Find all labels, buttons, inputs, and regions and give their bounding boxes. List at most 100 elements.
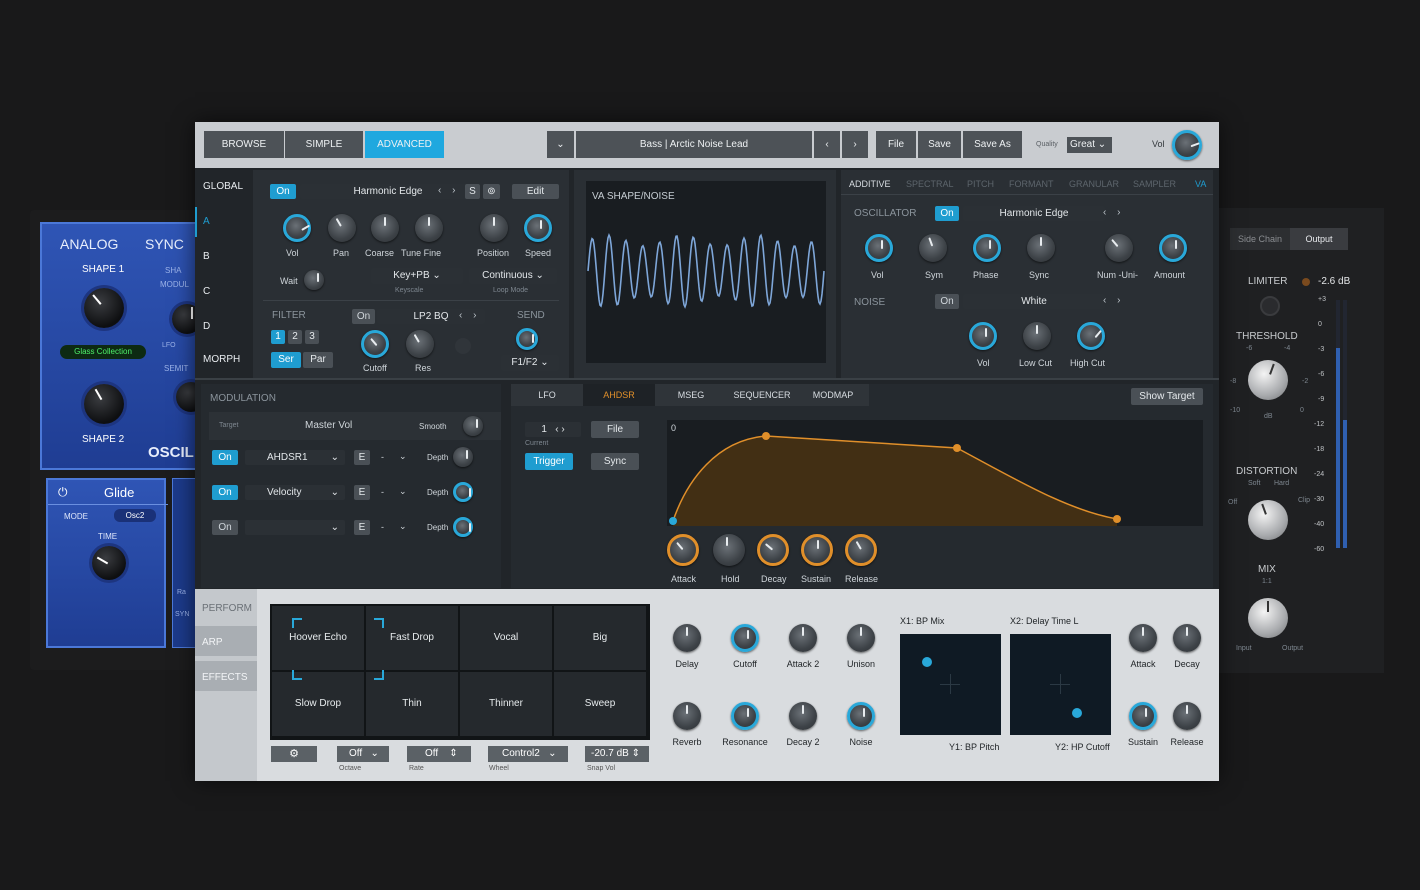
- snapshot-pad[interactable]: Slow Drop: [272, 672, 364, 736]
- wait-knob[interactable]: [304, 270, 324, 290]
- tab-spectral[interactable]: SPECTRAL: [906, 179, 954, 189]
- macro-knob[interactable]: [731, 624, 759, 652]
- snapshot-pad[interactable]: Sweep: [554, 672, 646, 736]
- simple-tab[interactable]: SIMPLE: [285, 131, 363, 158]
- mod-depth-knob[interactable]: [453, 482, 473, 502]
- power-icon[interactable]: ⏻: [58, 485, 68, 500]
- mod-e-button[interactable]: E: [354, 450, 370, 465]
- filter-arrows[interactable]: ‹ ›: [459, 310, 480, 321]
- mod-e-button[interactable]: E: [354, 485, 370, 500]
- browse-tab[interactable]: BROWSE: [204, 131, 284, 158]
- prev-preset-button[interactable]: ‹: [814, 131, 840, 158]
- mod-row-on-button[interactable]: On: [212, 485, 238, 500]
- position-knob[interactable]: [480, 214, 508, 242]
- macro-knob[interactable]: [789, 624, 817, 652]
- xy-pad-1-handle[interactable]: [922, 657, 932, 667]
- trigger-button[interactable]: Trigger: [525, 453, 573, 470]
- macro-knob[interactable]: [673, 702, 701, 730]
- layer-c-tab[interactable]: C: [203, 286, 210, 297]
- sustain-knob[interactable]: [801, 534, 833, 566]
- next-preset-button[interactable]: ›: [842, 131, 868, 158]
- filter-2-button[interactable]: 2: [288, 330, 302, 344]
- va-osc-on-button[interactable]: On: [935, 206, 959, 221]
- advanced-tab[interactable]: ADVANCED: [365, 131, 444, 158]
- high-cut-knob[interactable]: [1077, 322, 1105, 350]
- morph-tab[interactable]: MORPH: [203, 354, 240, 365]
- limiter-button[interactable]: [1260, 296, 1280, 316]
- va-osc-arrows[interactable]: ‹ ›: [1103, 207, 1124, 218]
- edit-button[interactable]: Edit: [512, 184, 559, 199]
- mod-source-select[interactable]: ⌄: [245, 520, 345, 535]
- decay-knob[interactable]: [757, 534, 789, 566]
- sync-knob[interactable]: [1027, 234, 1055, 262]
- macro-knob[interactable]: [673, 624, 701, 652]
- parallel-button[interactable]: Par: [303, 352, 333, 368]
- speed-knob[interactable]: [524, 214, 552, 242]
- target-value[interactable]: Master Vol: [305, 420, 352, 431]
- arp-tab[interactable]: ARP: [202, 637, 223, 648]
- time-knob[interactable]: [92, 546, 126, 580]
- effects-tab[interactable]: EFFECTS: [202, 672, 248, 683]
- release-knob[interactable]: [845, 534, 877, 566]
- preset-name[interactable]: Bass | Arctic Noise Lead: [576, 131, 812, 158]
- snapshot-pad[interactable]: Thinner: [460, 672, 552, 736]
- sym-knob[interactable]: [919, 234, 947, 262]
- save-as-button[interactable]: Save As: [963, 131, 1022, 158]
- tab-formant[interactable]: FORMANT: [1009, 179, 1054, 189]
- pan-knob[interactable]: [328, 214, 356, 242]
- noise-on-button[interactable]: On: [935, 294, 959, 309]
- layer-d-tab[interactable]: D: [203, 321, 210, 332]
- mod-chevron-icon[interactable]: ⌄: [399, 451, 407, 462]
- distortion-knob[interactable]: [1248, 500, 1288, 540]
- smooth-knob[interactable]: [463, 416, 483, 436]
- xy-pad-2-handle[interactable]: [1072, 708, 1082, 718]
- macro-env-knob[interactable]: [1173, 624, 1201, 652]
- shape1-knob[interactable]: [84, 288, 124, 328]
- send-knob[interactable]: [516, 328, 538, 350]
- filter-extra-knob[interactable]: [455, 338, 471, 354]
- global-tab[interactable]: GLOBAL: [203, 181, 243, 192]
- link-icon[interactable]: ⊚: [483, 184, 500, 199]
- xy-pad-1[interactable]: [900, 634, 1001, 735]
- master-vol-knob[interactable]: [1172, 130, 1202, 160]
- attack-knob[interactable]: [667, 534, 699, 566]
- va-osc-name[interactable]: Harmonic Edge: [963, 206, 1105, 221]
- res-knob[interactable]: [406, 330, 434, 358]
- tab-lfo[interactable]: LFO: [511, 384, 583, 406]
- tab-pitch[interactable]: PITCH: [967, 179, 994, 189]
- save-button[interactable]: Save: [918, 131, 961, 158]
- filter-1-button[interactable]: 1: [271, 330, 285, 344]
- snapshot-pad[interactable]: Thin: [366, 672, 458, 736]
- amount-knob[interactable]: [1159, 234, 1187, 262]
- side-chain-tab[interactable]: Side Chain: [1230, 228, 1290, 250]
- layer-b-tab[interactable]: B: [203, 251, 210, 262]
- mode-select[interactable]: Osc2: [114, 509, 156, 522]
- noise-vol-knob[interactable]: [969, 322, 997, 350]
- vol-knob[interactable]: [283, 214, 311, 242]
- filter-on-button[interactable]: On: [352, 309, 375, 324]
- quality-select[interactable]: Great ⌄: [1067, 137, 1112, 153]
- settings-gear-icon[interactable]: ⚙: [271, 746, 317, 762]
- macro-knob[interactable]: [789, 702, 817, 730]
- tab-va[interactable]: VA: [1195, 179, 1206, 189]
- va-vol-knob[interactable]: [865, 234, 893, 262]
- rate-select[interactable]: Off ⇕: [407, 746, 471, 762]
- mod-chevron-icon[interactable]: ⌄: [399, 521, 407, 532]
- macro-env-knob[interactable]: [1129, 702, 1157, 730]
- layer-a-tab[interactable]: A: [203, 216, 210, 227]
- tab-ahdsr[interactable]: AHDSR: [583, 384, 655, 406]
- mod-source-select[interactable]: AHDSR1 ⌄: [245, 450, 345, 465]
- filter-3-button[interactable]: 3: [305, 330, 319, 344]
- cutoff-knob[interactable]: [361, 330, 389, 358]
- macro-knob[interactable]: [847, 702, 875, 730]
- mod-depth-knob[interactable]: [453, 517, 473, 537]
- perform-tab[interactable]: PERFORM: [202, 603, 252, 614]
- phase-knob[interactable]: [973, 234, 1001, 262]
- mod-source-select[interactable]: Velocity ⌄: [245, 485, 345, 500]
- env-sync-button[interactable]: Sync: [591, 453, 639, 470]
- snapshot-pad[interactable]: Vocal: [460, 606, 552, 670]
- snapshot-pad[interactable]: Fast Drop: [366, 606, 458, 670]
- snap-vol-field[interactable]: -20.7 dB ⇕: [585, 746, 649, 762]
- octave-select[interactable]: Off ⌄: [337, 746, 389, 762]
- mix-knob[interactable]: [1248, 598, 1288, 638]
